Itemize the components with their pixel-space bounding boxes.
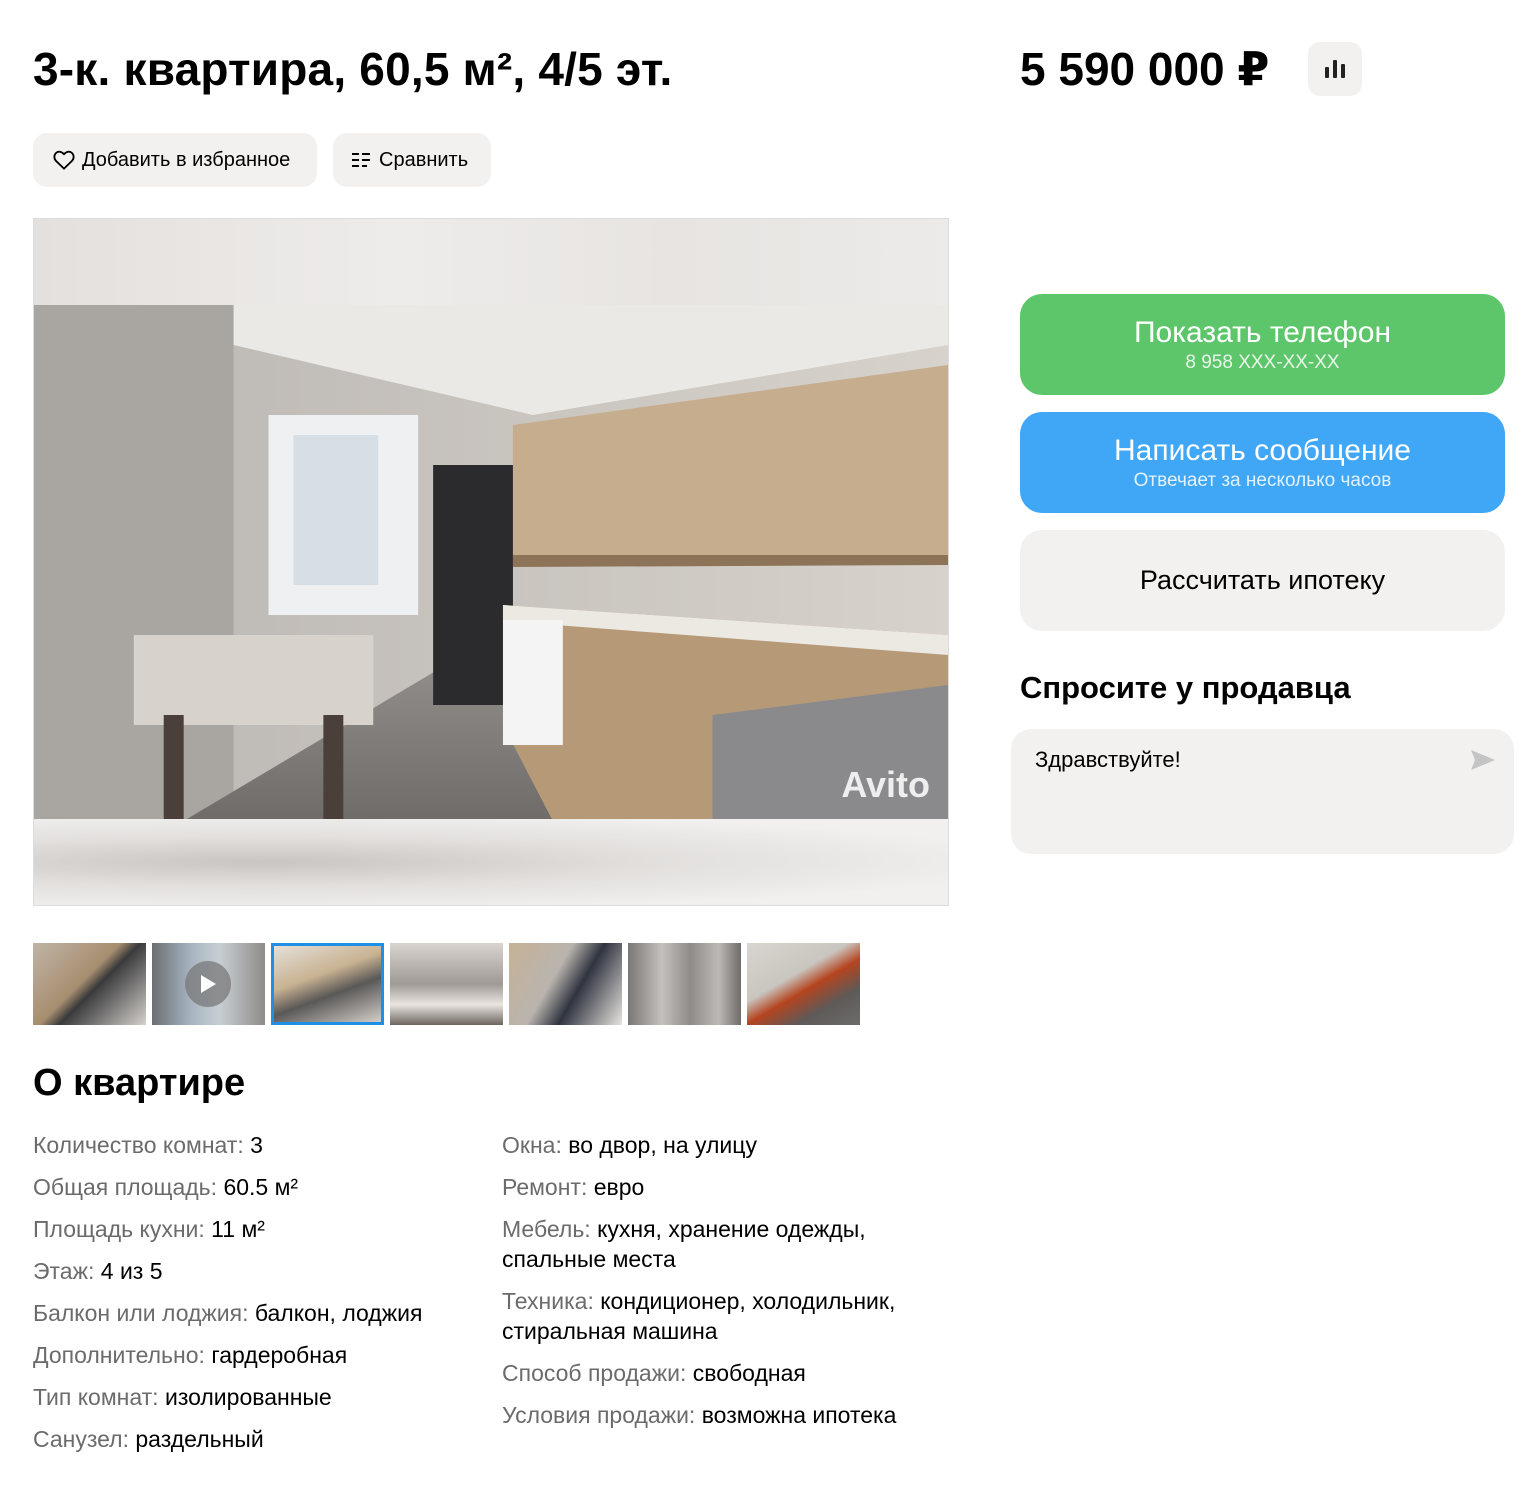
param-room-type: Тип комнат: изолированные: [33, 1384, 332, 1410]
send-icon[interactable]: [1470, 749, 1496, 776]
param-renovation: Ремонт: евро: [502, 1174, 645, 1200]
thumbnail-video[interactable]: [152, 943, 265, 1025]
heart-icon: [52, 148, 76, 172]
compare-icon: [349, 148, 373, 172]
write-message-label: Написать сообщение: [1113, 433, 1411, 467]
about-heading: О квартире: [33, 1062, 246, 1104]
param-kitchen-area: Площадь кухни: 11 м²: [33, 1216, 265, 1242]
thumbnail-strip: [33, 943, 860, 1025]
blurred-backdrop-bottom: [34, 819, 948, 905]
thumbnail-7[interactable]: [747, 943, 860, 1025]
thumbnail-5[interactable]: [509, 943, 622, 1025]
masked-phone: 8 958 XXX-XX-XX: [1185, 351, 1340, 373]
listing-price: 5 590 000 ₽: [1020, 43, 1270, 95]
calculate-mortgage-button[interactable]: Рассчитать ипотеку: [1020, 530, 1505, 631]
param-appliances: Техника: кондиционер, холодильник, стира…: [502, 1288, 896, 1344]
param-balcony: Балкон или лоджия: балкон, лоджия: [33, 1300, 423, 1326]
param-floor: Этаж: 4 из 5: [33, 1258, 163, 1284]
params-left-column: Количество комнат: 3 Общая площадь: 60.5…: [33, 1130, 473, 1466]
thumbnail-6[interactable]: [628, 943, 741, 1025]
param-sale-terms: Условия продажи: возможна ипотека: [502, 1402, 897, 1428]
param-windows: Окна: во двор, на улицу: [502, 1132, 757, 1158]
ask-seller-text: Здравствуйте!: [1035, 747, 1181, 772]
param-total-area: Общая площадь: 60.5 м²: [33, 1174, 299, 1200]
param-rooms: Количество комнат: 3: [33, 1132, 263, 1158]
thumbnail-4[interactable]: [390, 943, 503, 1025]
param-bathroom: Санузел: раздельный: [33, 1426, 264, 1452]
response-time: Отвечает за несколько часов: [1133, 469, 1392, 491]
calculate-mortgage-label: Рассчитать ипотеку: [1139, 565, 1386, 595]
play-icon: [185, 961, 231, 1007]
param-extra: Дополнительно: гардеробная: [33, 1342, 348, 1368]
price-history-button[interactable]: [1308, 42, 1362, 96]
add-to-favorites-button[interactable]: Добавить в избранное: [33, 133, 317, 187]
show-phone-button[interactable]: Показать телефон 8 958 XXX-XX-XX: [1020, 294, 1505, 395]
param-sale-method: Способ продажи: свободная: [502, 1360, 806, 1386]
thumbnail-3[interactable]: [271, 943, 384, 1025]
params-right-column: Окна: во двор, на улицу Ремонт: евро Меб…: [502, 1130, 942, 1442]
bar-chart-icon: [1325, 60, 1345, 78]
compare-button[interactable]: Сравнить: [333, 133, 491, 187]
listing-title: 3-к. квартира, 60,5 м², 4/5 эт.: [33, 43, 673, 95]
compare-label: Сравнить: [379, 148, 469, 171]
blurred-backdrop-top: [34, 219, 948, 305]
main-photo: [34, 305, 948, 821]
ask-seller-heading: Спросите у продавца: [1020, 670, 1351, 705]
thumbnail-1[interactable]: [33, 943, 146, 1025]
photo-gallery[interactable]: Avito: [33, 218, 949, 906]
avito-watermark: Avito: [841, 764, 930, 805]
show-phone-label: Показать телефон: [1133, 315, 1392, 349]
favorite-label: Добавить в избранное: [82, 148, 291, 171]
ask-seller-input[interactable]: Здравствуйте!: [1011, 729, 1514, 854]
write-message-button[interactable]: Написать сообщение Отвечает за несколько…: [1020, 412, 1505, 513]
param-furniture: Мебель: кухня, хранение одежды, спальные…: [502, 1216, 866, 1272]
